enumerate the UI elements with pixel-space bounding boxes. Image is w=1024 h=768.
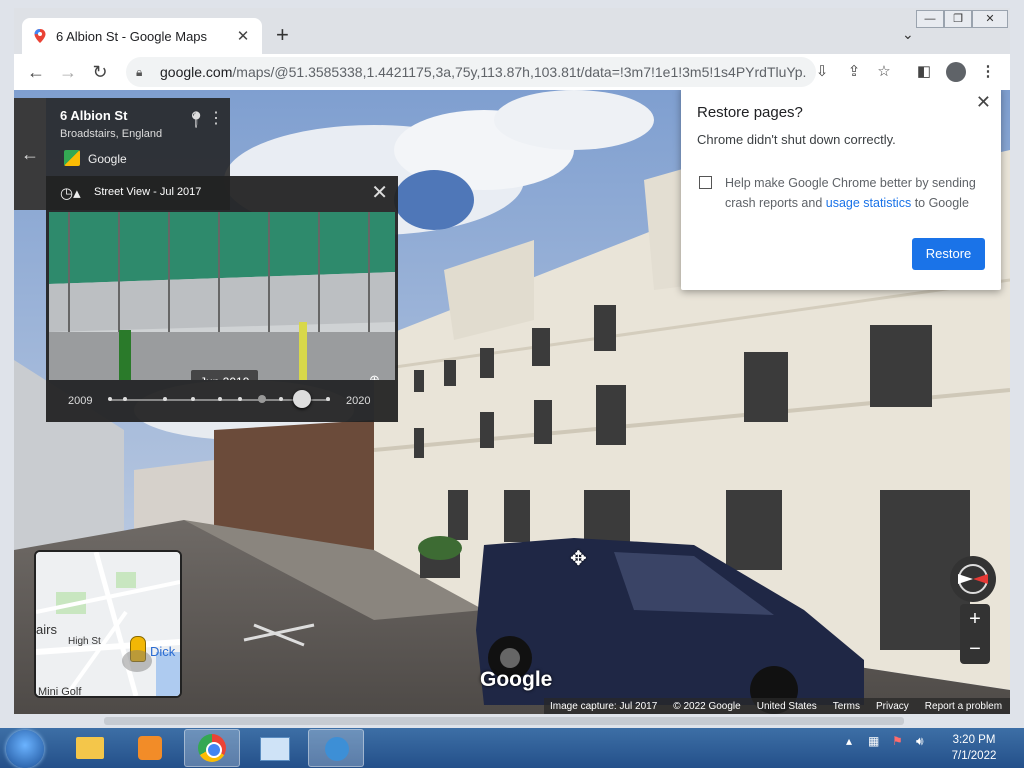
minimap-label: High St [68,636,101,647]
lock-icon[interactable]: 🔒︎ [136,65,150,80]
street-view-date-label: Street View - Jul 2017 [94,186,202,198]
thumbnail-image [49,212,395,380]
start-button[interactable] [6,730,44,768]
zoom-in-icon[interactable]: ⊕ [369,372,380,380]
timeline-dot[interactable] [279,397,283,401]
time-travel-header: ◷▴ Street View - Jul 2017 ✕ [46,176,398,210]
address-subtitle: Broadstairs, England [60,128,163,140]
time-travel-panel: ◷▴ Street View - Jul 2017 ✕ ⊕ 2009 2020 [46,176,398,422]
location-pin-icon[interactable]: 📍︎ [186,110,206,130]
minimize-button[interactable]: — [916,10,944,28]
timeline-slider-handle[interactable] [293,390,311,408]
chrome-taskbar-icon[interactable] [184,729,240,767]
timeline-dot[interactable] [163,397,167,401]
share-icon[interactable]: ⇪ [842,60,866,84]
minimap-label: Dick [150,644,176,659]
move-cursor-icon: ✥ [570,548,587,570]
action-center-icon[interactable]: ⚑ [892,734,903,748]
chrome-window: 6 Albion St - Google Maps ✕ + ⌄ — ❐ ✕ ← … [0,0,1024,728]
system-clock[interactable]: 3:20 PM 7/1/2022 [944,732,1004,764]
report-problem-link[interactable]: Report a problem [925,701,1002,712]
address-title: 6 Albion St [60,108,128,123]
side-panel-icon[interactable]: ◧ [912,60,936,84]
terms-link[interactable]: Terms [833,701,860,712]
control-panel-icon[interactable] [246,729,302,767]
minimap-label: Mini Golf [38,686,82,698]
browser-toolbar: ← → ↻ 🔒︎ google.com/maps/@51.3585338,1.4… [14,54,1010,90]
dialog-title: Restore pages? [697,104,803,121]
time-travel-thumbnail[interactable]: Jun 2019 ⊕ [49,212,395,380]
restore-button[interactable]: Restore [912,238,985,270]
minimap-label: airs [36,622,57,637]
timeline-dot[interactable] [218,397,222,401]
address-bar[interactable]: 🔒︎ google.com/maps/@51.3585338,1.4421175… [126,57,816,87]
google-watermark: Google [480,668,553,691]
thumbnail-date: Jun 2019 [191,370,259,380]
volume-icon[interactable]: 🔊︎ [916,734,924,749]
clock-date: 7/1/2022 [951,750,997,762]
tab-search-icon[interactable]: ⌄ [902,26,914,43]
close-window-button[interactable]: ✕ [972,10,1008,28]
timeline-dot[interactable] [191,397,195,401]
url-text: google.com/maps/@51.3585338,1.4421175,3a… [160,64,806,80]
tab-close-icon[interactable]: ✕ [234,27,252,45]
horizontal-scrollbar[interactable] [14,714,1010,728]
timeline-dot[interactable] [123,397,127,401]
profile-avatar-icon[interactable] [944,60,968,84]
tab-google-maps[interactable]: 6 Albion St - Google Maps ✕ [22,18,262,54]
more-options-icon[interactable]: ⋮ [208,108,224,128]
street-view-canvas[interactable]: ← 6 Albion St Broadstairs, England Googl… [14,90,1010,714]
tab-title: 6 Albion St - Google Maps [56,28,208,44]
close-icon[interactable]: ✕ [976,92,991,113]
view-cone-icon [122,650,152,672]
close-icon[interactable]: ✕ [371,180,388,205]
usage-statistics-link[interactable]: usage statistics [826,196,911,210]
windows-taskbar: ▴ ▦ ⚑ 🔊︎ 3:20 PM 7/1/2022 [0,728,1024,768]
timeline-dot[interactable] [258,395,266,403]
minimap-roads [36,552,180,696]
copyright: © 2022 Google [673,700,741,712]
timeline-dot[interactable] [108,397,112,401]
maximize-button[interactable]: ❐ [944,10,972,28]
restore-pages-dialog: Restore pages? ✕ Chrome didn't shut down… [681,90,1001,290]
file-explorer-icon[interactable] [62,729,118,767]
dialog-message: Chrome didn't shut down correctly. [697,132,896,147]
privacy-link[interactable]: Privacy [876,701,909,712]
kebab-menu-icon[interactable]: ⋮ [976,60,1000,84]
zoom-in-button[interactable]: + [960,604,990,634]
region-link[interactable]: United States [757,701,817,712]
timeline-dot[interactable] [238,397,242,401]
checkbox-label: Help make Google Chrome better by sendin… [725,176,976,210]
maps-pin-icon [34,29,46,43]
forward-arrow-icon[interactable]: → [56,60,80,84]
timeline-dot[interactable] [326,397,330,401]
show-hidden-icons[interactable]: ▴ [846,734,852,748]
history-clock-icon[interactable]: ◷▴ [60,184,81,202]
zoom-out-button[interactable]: − [960,634,990,664]
image-capture-date: Image capture: Jul 2017 [550,700,658,712]
new-tab-button[interactable]: + [276,24,289,46]
system-tool-icon[interactable] [308,729,364,767]
image-source[interactable]: Google [88,152,127,166]
compass-needle-icon [958,564,988,594]
crash-report-checkbox[interactable] [699,176,712,189]
network-icon[interactable]: ▦ [868,734,879,748]
minimap[interactable]: airs High St Dick Mini Golf [34,550,182,698]
year-end: 2020 [346,395,371,407]
scrollbar-thumb[interactable] [104,717,904,725]
bookmark-star-icon[interactable]: ☆ [872,60,896,84]
google-contributor-icon [64,150,80,166]
street-view-footer: Image capture: Jul 2017 © 2022 Google Un… [544,698,1010,714]
reload-icon[interactable]: ↻ [88,60,112,84]
zoom-control: + − [960,604,990,664]
back-arrow-icon[interactable]: ← [24,60,48,84]
compass-icon[interactable] [950,556,996,602]
install-app-icon[interactable]: ⇩ [810,60,834,84]
back-arrow-icon[interactable]: ← [14,98,46,210]
clock-time: 3:20 PM [952,734,996,746]
media-player-icon[interactable] [122,729,178,767]
tab-strip: 6 Albion St - Google Maps ✕ + ⌄ [14,8,1010,54]
year-start: 2009 [68,395,93,407]
